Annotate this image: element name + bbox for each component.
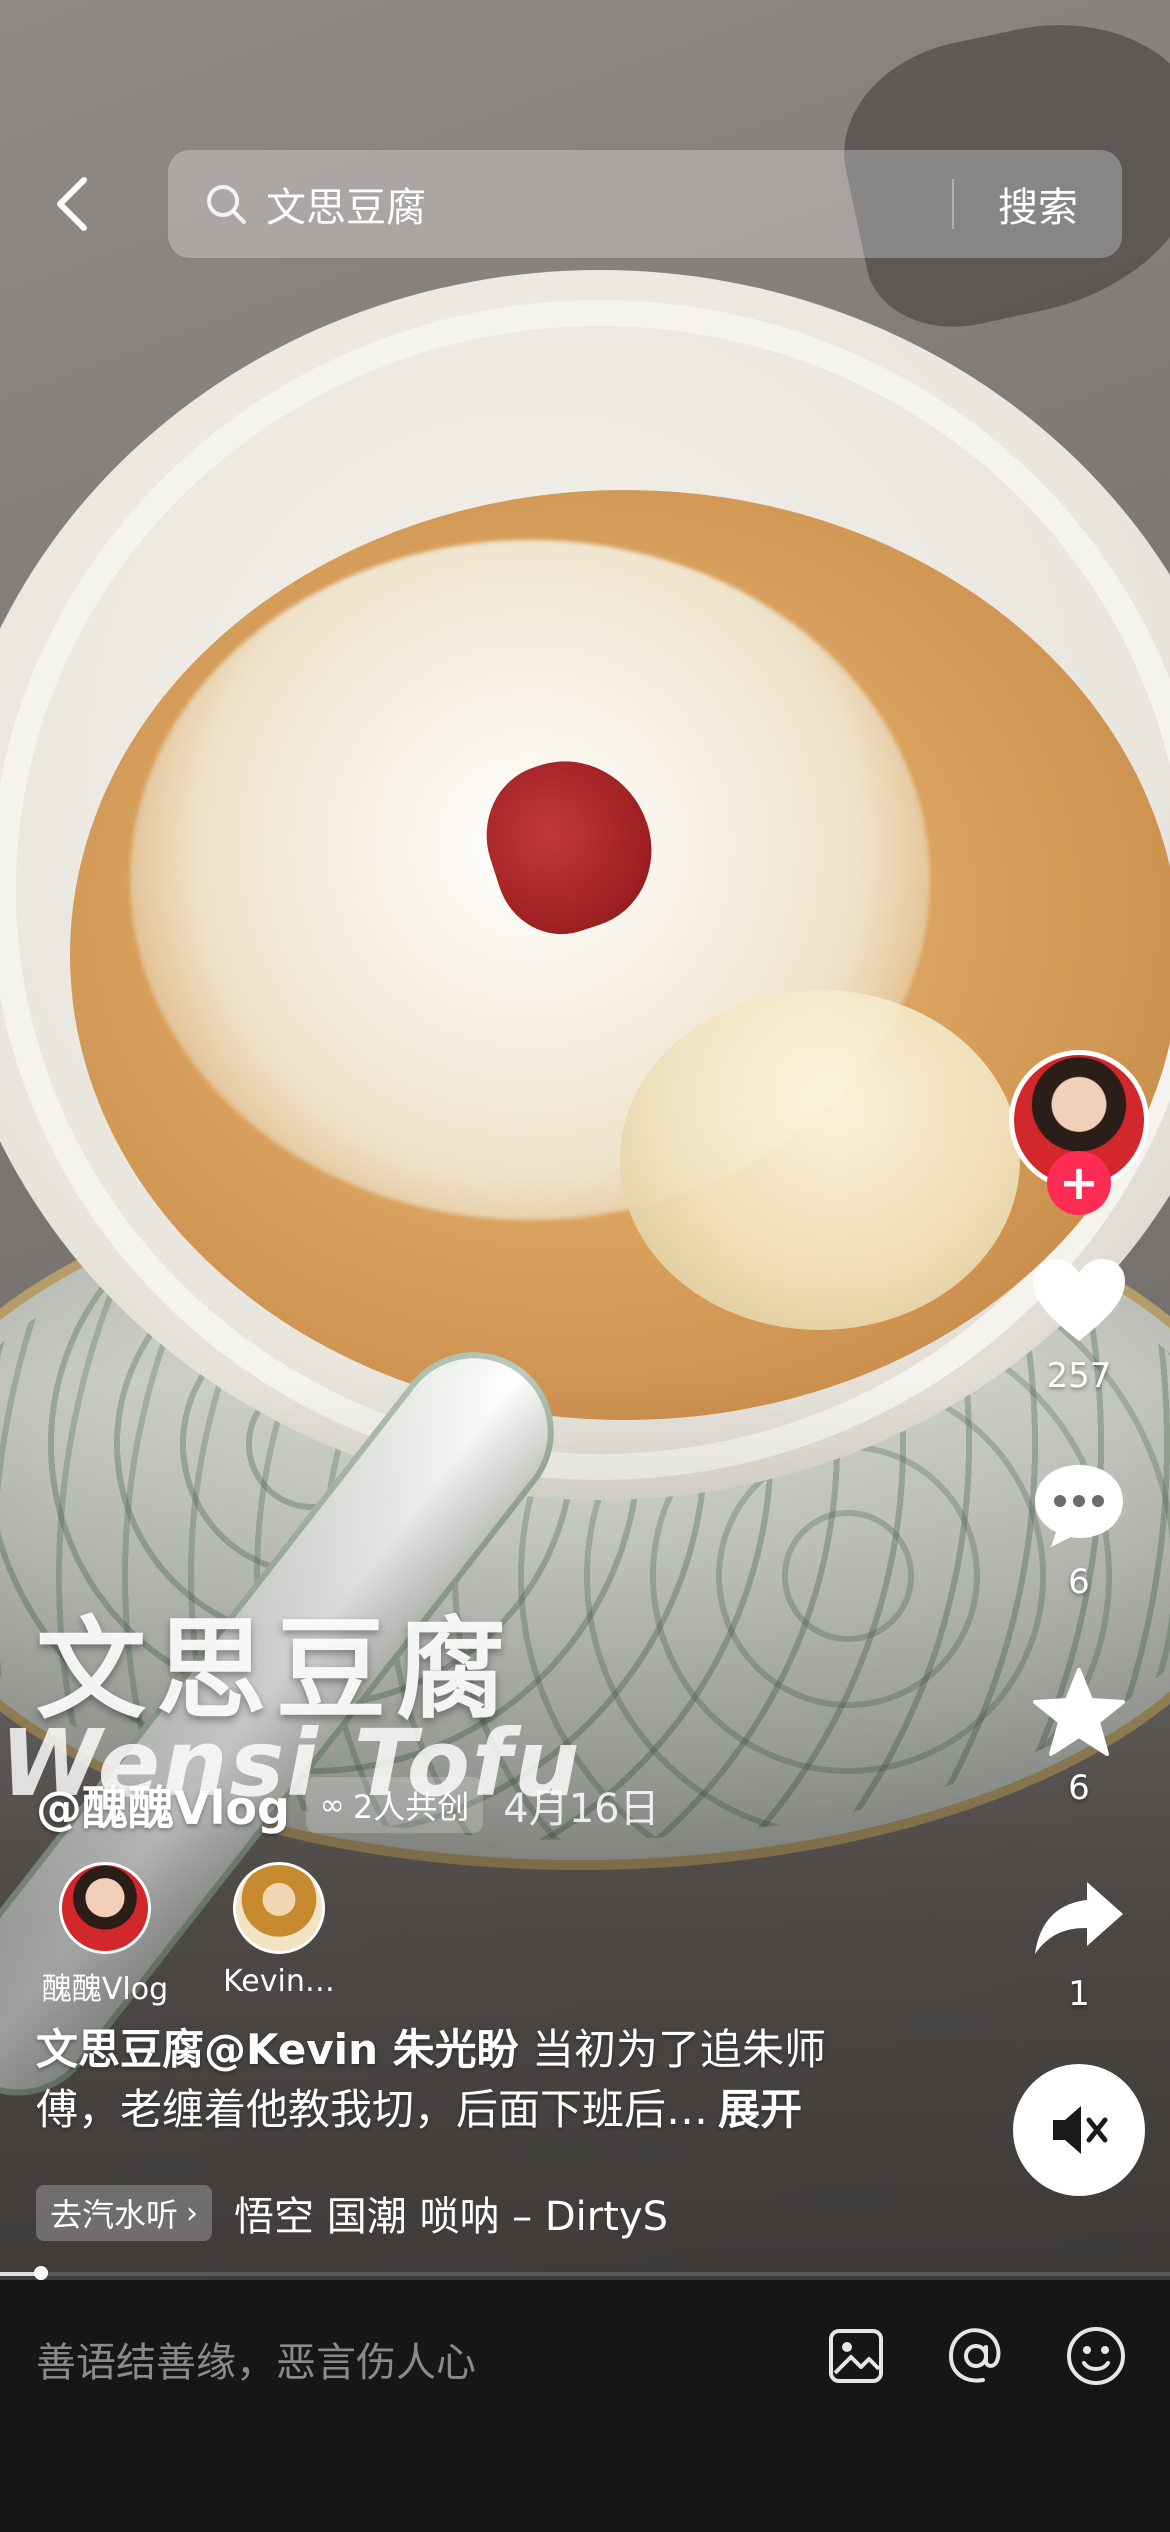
speaker-muted-icon: [1053, 2106, 1108, 2154]
share-action[interactable]: 1: [1024, 1868, 1134, 2014]
coauthor-name: Kevin…: [223, 1964, 335, 1999]
chevron-left-icon: [57, 177, 87, 231]
comment-count: 6: [1068, 1562, 1090, 1602]
like-count: 257: [1046, 1356, 1112, 1396]
post-date: 4月16日: [503, 1786, 660, 1832]
coauthor-item[interactable]: 醜醜Vlog: [40, 1862, 170, 2008]
chevron-right-icon: ›: [186, 2195, 199, 2231]
heart-icon[interactable]: [1024, 1250, 1134, 1350]
favorite-action[interactable]: 6: [1024, 1662, 1134, 1808]
smiley-icon[interactable]: [1056, 2316, 1136, 2396]
coauthor-list: 醜醜Vlog Kevin…: [40, 1862, 394, 2008]
at-icon[interactable]: [936, 2316, 1016, 2396]
search-icon: [204, 181, 250, 227]
star-icon[interactable]: [1024, 1662, 1134, 1762]
avatar[interactable]: [233, 1862, 325, 1954]
share-count: 1: [1068, 1974, 1090, 2014]
comment-action[interactable]: 6: [1024, 1456, 1134, 1602]
co-creation-label: 2人共创: [352, 1788, 470, 1826]
back-button[interactable]: [42, 172, 102, 236]
search-bar[interactable]: 文思豆腐 搜索: [168, 150, 1122, 258]
caption-title[interactable]: 文思豆腐@Kevin 朱光盼: [36, 2025, 519, 2074]
action-rail: + 257 6 6 1: [1004, 1050, 1154, 2196]
follow-plus-icon[interactable]: +: [1047, 1151, 1111, 1215]
co-creation-badge[interactable]: ∞ 2人共创: [305, 1777, 484, 1833]
search-button[interactable]: 搜索: [954, 175, 1122, 233]
quail-egg: [620, 990, 1020, 1330]
link-icon: ∞: [319, 1787, 345, 1823]
expand-link[interactable]: 展开: [718, 2085, 802, 2134]
video-caption[interactable]: 文思豆腐@Kevin 朱光盼 当初为了追朱师傅，老缠着他教我切，后面下班后… 展开: [36, 2020, 876, 2140]
comment-bar: 善语结善缘，恶言伤人心: [0, 2280, 1170, 2532]
like-action[interactable]: 257: [1024, 1250, 1134, 1396]
comment-input[interactable]: 善语结善缘，恶言伤人心: [36, 2330, 476, 2388]
image-icon[interactable]: [816, 2316, 896, 2396]
mute-button[interactable]: [1013, 2064, 1145, 2196]
avatar[interactable]: [59, 1862, 151, 1954]
progress-handle[interactable]: [33, 2266, 48, 2280]
author-name[interactable]: @醜醜Vlog: [36, 1772, 290, 1838]
music-line: 去汽水听 › 悟空 国潮 唢呐 – DirtyS: [36, 2184, 726, 2242]
favorite-count: 6: [1068, 1768, 1090, 1808]
author-line: @醜醜Vlog ∞ 2人共创 4月16日: [36, 1772, 660, 1838]
listen-button-label: 去汽水听: [50, 2196, 179, 2234]
video-progress-bar[interactable]: [0, 2266, 1170, 2280]
music-track-title[interactable]: 悟空 国潮 唢呐 – DirtyS: [234, 2184, 668, 2242]
share-arrow-icon[interactable]: [1024, 1868, 1134, 1968]
coauthor-item[interactable]: Kevin…: [204, 1862, 354, 2008]
comment-bubble-icon[interactable]: [1024, 1456, 1134, 1556]
search-input[interactable]: 文思豆腐: [266, 175, 952, 233]
listen-in-qishui-button[interactable]: 去汽水听 ›: [36, 2185, 213, 2241]
coauthor-name: 醜醜Vlog: [41, 1972, 169, 2007]
creator-avatar[interactable]: +: [1009, 1050, 1149, 1215]
